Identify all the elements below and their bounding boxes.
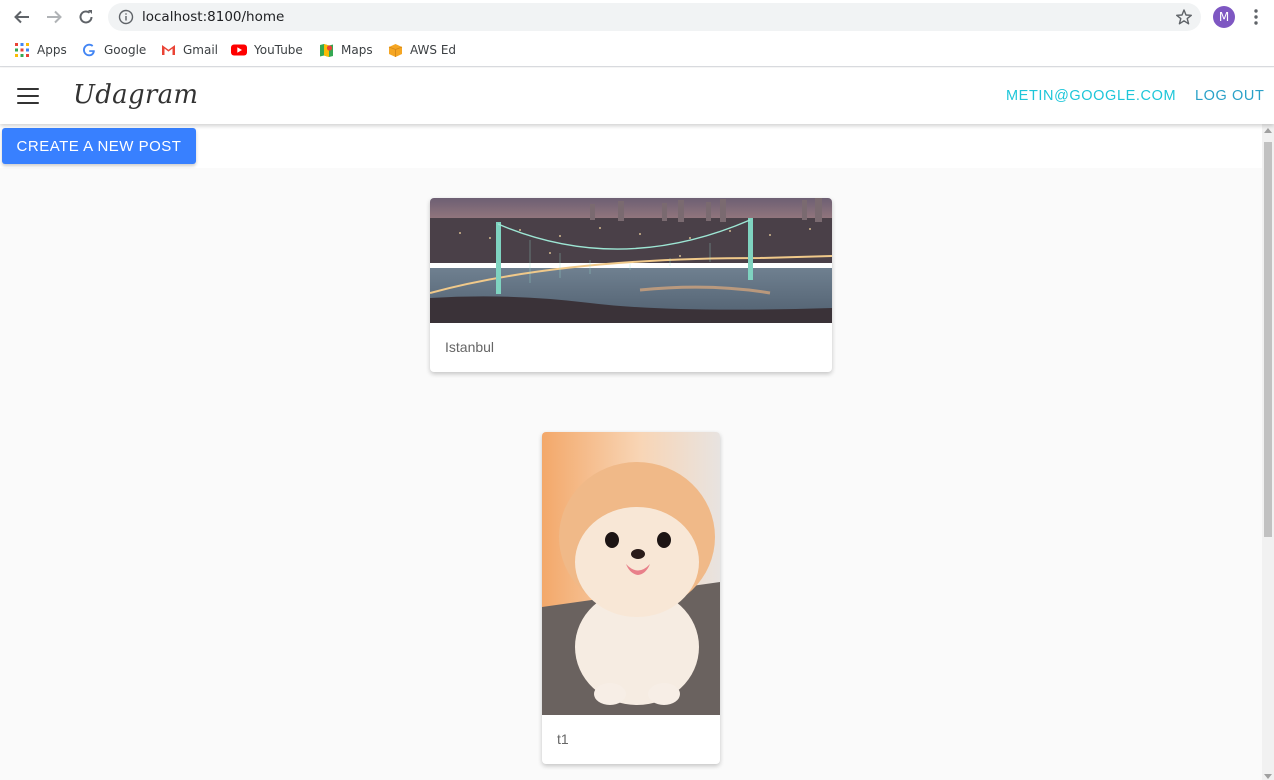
post-image	[542, 432, 720, 715]
bookmark-label: YouTube	[254, 43, 303, 57]
feed-content: CREATE A NEW POST Istanbul t1	[0, 124, 1262, 780]
post-card[interactable]: Istanbul	[430, 198, 832, 372]
logout-link[interactable]: LOG OUT	[1195, 88, 1264, 104]
bookmark-apps[interactable]: Apps	[14, 41, 67, 59]
forward-arrow-icon[interactable]	[43, 6, 65, 28]
browser-toolbar: localhost:8100/home M	[0, 0, 1274, 34]
bookmark-label: AWS Ed	[410, 43, 457, 57]
youtube-icon	[231, 42, 247, 58]
app-brand: Udagram	[73, 80, 199, 110]
maps-icon	[318, 42, 334, 58]
post-caption: Istanbul	[445, 339, 495, 355]
post-image	[430, 198, 832, 323]
bookmark-youtube[interactable]: YouTube	[231, 41, 303, 59]
menu-icon[interactable]	[17, 88, 39, 104]
apps-grid-icon	[14, 42, 30, 58]
user-email-link[interactable]: METIN@GOOGLE.COM	[1006, 88, 1176, 104]
back-arrow-icon[interactable]	[11, 6, 33, 28]
bookmark-label: Gmail	[183, 43, 219, 57]
bookmark-label: Google	[104, 43, 147, 57]
post-card[interactable]: t1	[542, 432, 720, 764]
bookmark-label: Apps	[37, 43, 67, 57]
reload-icon[interactable]	[75, 6, 97, 28]
scroll-thumb[interactable]	[1264, 142, 1272, 537]
profile-avatar[interactable]: M	[1213, 6, 1235, 28]
scroll-down-arrow-icon[interactable]	[1264, 774, 1272, 779]
gmail-icon	[160, 42, 176, 58]
bookmark-gmail[interactable]: Gmail	[160, 41, 218, 59]
bookmark-maps[interactable]: Maps	[318, 41, 373, 59]
create-post-bar: CREATE A NEW POST	[0, 124, 1262, 168]
bookmark-aws[interactable]: AWS Ed	[387, 41, 456, 59]
bookmark-google[interactable]: Google	[81, 41, 146, 59]
scroll-up-arrow-icon[interactable]	[1264, 128, 1272, 133]
app-toolbar: Udagram METIN@GOOGLE.COM LOG OUT	[0, 68, 1274, 124]
bookmarks-bar: Apps Google Gmail YouTube Maps AWS Ed	[0, 34, 1274, 67]
bookmark-star-icon[interactable]	[1175, 8, 1193, 26]
bookmark-label: Maps	[341, 43, 373, 57]
info-icon[interactable]	[118, 9, 134, 25]
google-icon	[81, 42, 97, 58]
more-menu-icon[interactable]	[1250, 8, 1262, 26]
aws-icon	[387, 42, 403, 58]
create-post-button[interactable]: CREATE A NEW POST	[2, 128, 196, 164]
post-caption: t1	[557, 731, 569, 747]
address-bar[interactable]: localhost:8100/home	[108, 3, 1201, 31]
page-scrollbar[interactable]	[1262, 124, 1274, 780]
url-text[interactable]: localhost:8100/home	[142, 9, 284, 25]
